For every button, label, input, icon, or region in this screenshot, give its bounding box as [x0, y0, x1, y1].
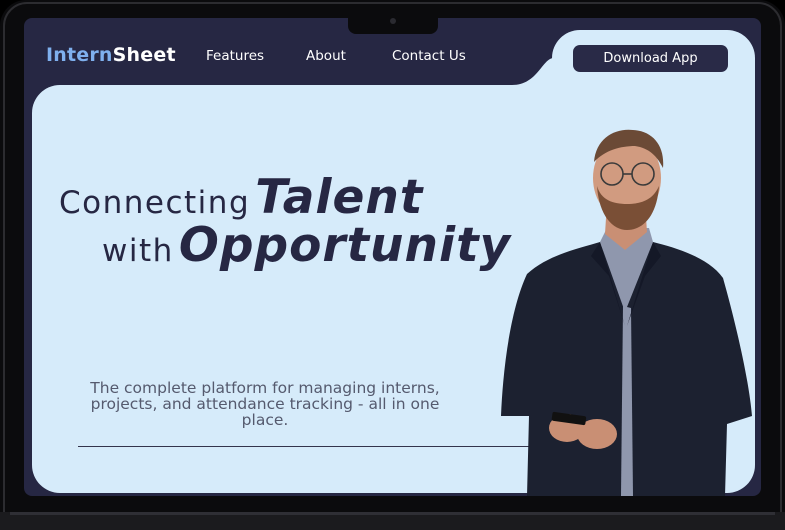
nav-features-link[interactable]: Features	[206, 48, 264, 64]
brand-logo-part1: Intern	[46, 44, 113, 66]
headline-line-1: Connecting Talent	[59, 170, 423, 225]
hero-divider	[78, 446, 548, 447]
headline-line-2: with Opportunity	[102, 218, 511, 273]
nav-about-link[interactable]: About	[306, 48, 346, 64]
nav-curve	[512, 58, 554, 88]
laptop-base	[0, 512, 785, 530]
hero-tagline: The complete platform for managing inter…	[90, 379, 440, 429]
headline-talent: Talent	[255, 170, 424, 225]
download-app-button[interactable]: Download App	[573, 45, 728, 72]
brand-logo-part2: Sheet	[112, 44, 176, 66]
headline-opportunity: Opportunity	[178, 218, 512, 273]
headline-with: with	[102, 233, 174, 269]
camera-icon	[390, 18, 396, 24]
hero-person-image	[501, 129, 752, 496]
headline-connecting: Connecting	[59, 185, 251, 221]
camera-notch	[348, 14, 438, 34]
nav-contact-link[interactable]: Contact Us	[392, 48, 466, 64]
laptop-bezel: InternSheet Features About Contact Us Do…	[0, 0, 785, 530]
laptop-screen: InternSheet Features About Contact Us Do…	[24, 18, 761, 496]
brand-logo[interactable]: InternSheet	[46, 44, 176, 66]
